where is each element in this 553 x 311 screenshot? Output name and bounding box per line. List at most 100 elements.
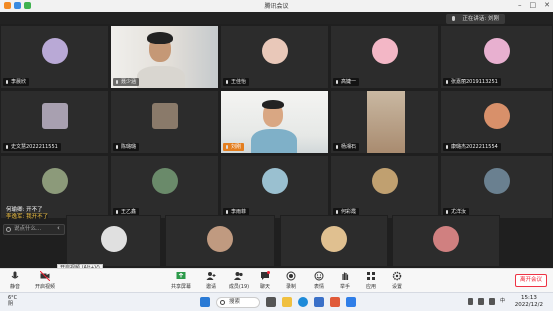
participant-tile-video[interactable]: 聂少涵	[110, 25, 219, 89]
participant-tile[interactable]: 王佳怡	[220, 25, 329, 89]
mic-icon	[11, 271, 19, 279]
window-title: 腾讯会议	[264, 3, 289, 10]
volume-icon[interactable]	[488, 298, 495, 305]
weather-widget[interactable]: 6°C 阴	[8, 295, 17, 307]
participant-name: 陈璐璐	[113, 143, 140, 151]
participant-tile[interactable]: 何彩霞	[330, 155, 439, 219]
participant-tile[interactable]	[66, 215, 161, 267]
speaking-text: 正在讲话: 刘刚	[462, 16, 499, 22]
chevron-up-icon[interactable]	[467, 298, 473, 305]
video-shirt	[137, 66, 185, 88]
minimize-button[interactable]: –	[518, 1, 522, 9]
meeting-toolbar: 静音 开启视频 共享屏幕 邀请 成员(19) 聊天 录制 表情 举手 应用 设置…	[0, 268, 553, 292]
chat-button[interactable]: 聊天	[254, 271, 276, 290]
os-taskbar: 6°C 阴 搜索 中 15:13 2022/12/2	[0, 292, 553, 311]
participant-name: 史文慧2022211551	[3, 143, 61, 151]
members-button[interactable]: 成员(19)	[226, 271, 252, 290]
avatar	[151, 103, 178, 129]
participant-name: 杨湘石	[333, 143, 360, 151]
record-icon	[286, 271, 296, 281]
avatar	[41, 168, 68, 194]
video-hair	[262, 100, 284, 109]
react-button[interactable]: 表情	[308, 271, 330, 290]
participant-tile[interactable]: 王乙鑫	[110, 155, 219, 219]
participant-tile-video[interactable]: 杨湘石	[330, 90, 439, 154]
participant-name: 聂少涵	[113, 78, 140, 86]
leave-meeting-button[interactable]: 离开会议	[514, 274, 547, 287]
avatar	[483, 168, 510, 194]
window-titlebar: 腾讯会议 – □ ✕	[0, 0, 553, 12]
explorer-icon[interactable]	[282, 297, 292, 307]
avatar	[371, 38, 398, 64]
participant-name: 康璐杰2022211554	[443, 143, 501, 151]
avatar	[41, 103, 68, 129]
participant-tile[interactable]: 高婕一	[330, 25, 439, 89]
task-view-icon[interactable]	[266, 297, 276, 307]
video-hair	[147, 32, 173, 44]
avatar	[483, 103, 510, 129]
invite-button[interactable]: 邀请	[200, 271, 222, 290]
apps-icon	[367, 272, 375, 280]
emoji-icon	[314, 271, 324, 281]
chat-message: 何瑜卿: 开不了	[6, 207, 43, 213]
meeting-app-icon[interactable]	[346, 297, 356, 307]
participant-tile[interactable]: 陈璐璐	[110, 90, 219, 154]
smile-icon	[6, 227, 11, 232]
taskbar-search[interactable]: 搜索	[216, 297, 260, 308]
app-icon[interactable]	[330, 297, 340, 307]
participant-name: 王佳怡	[223, 78, 250, 86]
avatar	[433, 226, 459, 252]
participant-tile[interactable]	[280, 215, 388, 267]
avatar	[41, 38, 68, 64]
close-button[interactable]: ✕	[544, 1, 550, 9]
participant-tile-video-active[interactable]: 刘刚	[220, 90, 329, 154]
record-button[interactable]: 录制	[280, 271, 302, 290]
search-icon	[220, 300, 225, 305]
store-icon[interactable]	[314, 297, 324, 307]
participant-tile[interactable]: 张嘉丽2019113251	[440, 25, 553, 89]
taskbar-clock[interactable]: 15:13 2022/12/2	[515, 295, 543, 309]
mute-button[interactable]: 静音	[4, 271, 26, 290]
avatar	[207, 226, 233, 252]
members-icon	[234, 272, 243, 280]
participant-grid: 李晨欣 聂少涵 王佳怡 高婕一 张嘉丽2019113251 史文慧2022211…	[0, 25, 553, 220]
participant-tile[interactable]	[165, 215, 275, 267]
gear-icon	[392, 271, 402, 281]
participant-tile[interactable]: 康璐杰2022211554	[440, 90, 553, 154]
participant-tile[interactable]	[392, 215, 500, 267]
chat-input-placeholder: 说点什么...	[14, 226, 42, 232]
video-off-icon	[40, 271, 50, 281]
share-screen-button[interactable]: 共享屏幕	[170, 271, 192, 290]
add-user-icon	[206, 272, 216, 280]
window-controls: – □ ✕	[518, 1, 550, 9]
participant-tile[interactable]: 史文慧2022211551	[0, 90, 109, 154]
speaking-indicator: 正在讲话: 刘刚	[446, 14, 505, 24]
share-icon	[176, 272, 186, 279]
chat-overlay: 何瑜卿: 开不了 李逸军: 我开不了	[6, 207, 49, 221]
participant-tile[interactable]: 尤洋汝	[440, 155, 553, 219]
system-tray: 中	[467, 298, 505, 305]
participant-name: 张嘉丽2019113251	[443, 78, 501, 86]
edge-icon[interactable]	[298, 297, 308, 307]
apps-button[interactable]: 应用	[360, 271, 382, 290]
chat-message: 李逸军: 我开不了	[6, 214, 49, 221]
wifi-icon[interactable]	[477, 298, 484, 305]
avatar	[483, 38, 510, 64]
avatar	[100, 226, 127, 252]
participant-tile[interactable]: 李雨菲	[220, 155, 329, 219]
input-language[interactable]: 中	[500, 298, 505, 305]
chevron-left-icon[interactable]: ‹	[57, 224, 60, 232]
avatar	[371, 168, 398, 194]
maximize-button[interactable]: □	[530, 1, 537, 9]
start-icon[interactable]	[200, 297, 210, 307]
participant-name: 高婕一	[333, 78, 360, 86]
participant-tile[interactable]: 李晨欣	[0, 25, 109, 89]
chat-input[interactable]: 说点什么...	[3, 224, 65, 235]
mic-icon	[452, 16, 456, 21]
raise-hand-button[interactable]: 举手	[334, 271, 356, 290]
video-button[interactable]: 开启视频	[30, 271, 60, 290]
participant-name: 李晨欣	[3, 78, 30, 86]
participant-name: 刘刚	[223, 143, 245, 151]
settings-button[interactable]: 设置	[386, 271, 408, 290]
avatar	[261, 38, 288, 64]
